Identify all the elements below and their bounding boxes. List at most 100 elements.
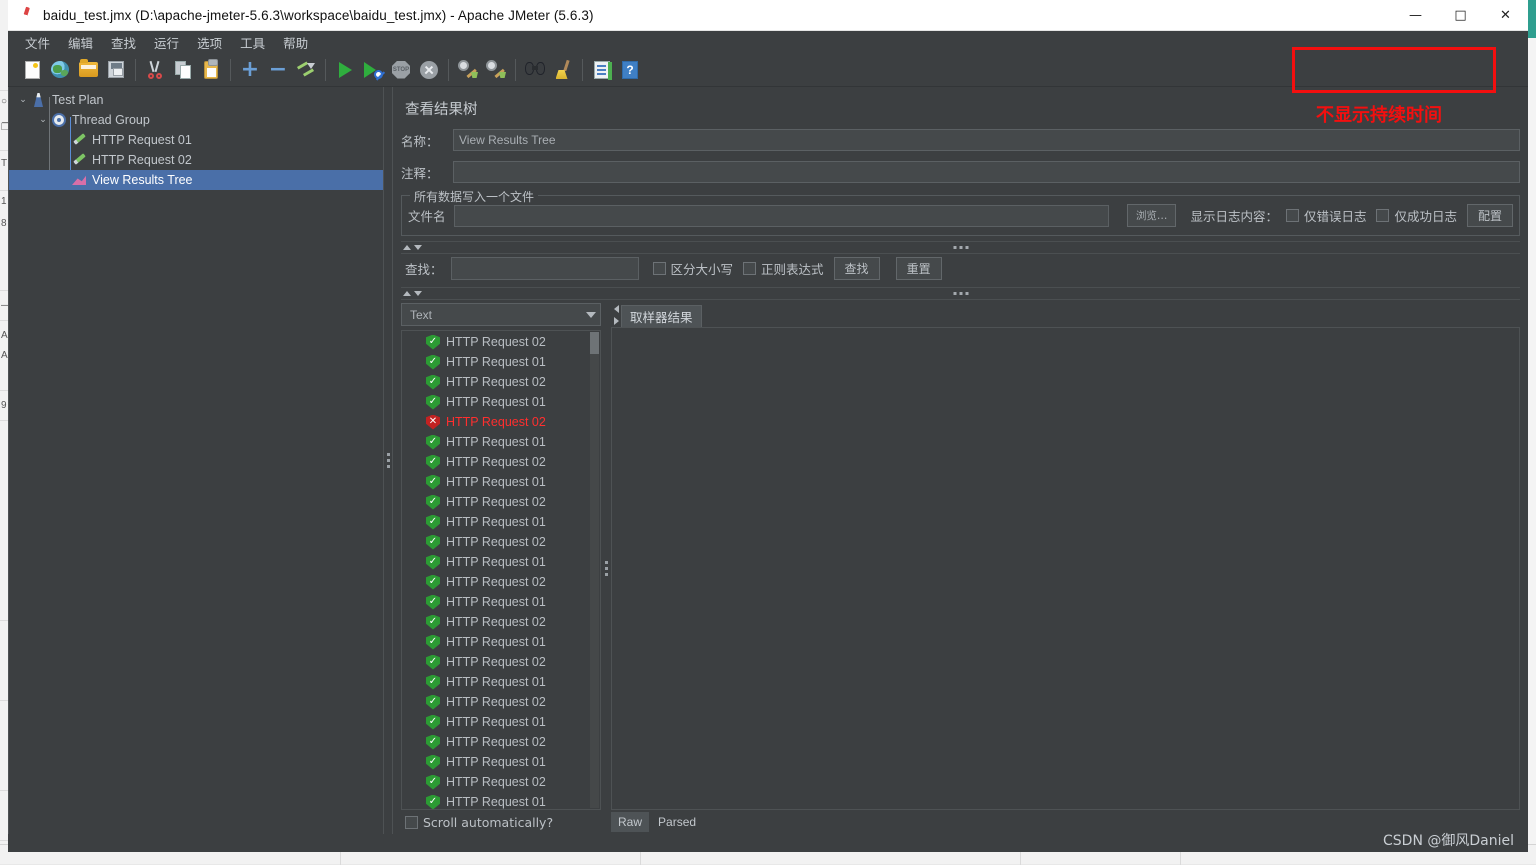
sample-result-item[interactable]: ✓HTTP Request 02 — [402, 732, 600, 752]
browse-button[interactable]: 浏览… — [1127, 204, 1177, 227]
find-input[interactable] — [451, 257, 639, 280]
menu-options[interactable]: 选项 — [188, 31, 231, 54]
configure-button[interactable]: 配置 — [1467, 204, 1513, 227]
sample-result-item[interactable]: ✓HTTP Request 02 — [402, 652, 600, 672]
sample-result-item[interactable]: ✓HTTP Request 01 — [402, 752, 600, 772]
chevron-down-icon[interactable]: ⌄ — [36, 115, 50, 125]
results-scrollbar[interactable] — [590, 332, 599, 808]
scroll-automatically-row: Scroll automatically? — [401, 810, 601, 834]
splitter-top[interactable] — [401, 241, 1520, 254]
renderer-select[interactable]: Text — [401, 303, 601, 326]
sample-result-item[interactable]: ✓HTTP Request 02 — [402, 452, 600, 472]
tab-parsed[interactable]: Parsed — [651, 812, 703, 832]
sample-result-item[interactable]: ✓HTTP Request 01 — [402, 712, 600, 732]
copy-icon[interactable] — [169, 56, 197, 84]
menu-search[interactable]: 查找 — [102, 31, 145, 54]
success-shield-icon: ✓ — [426, 395, 440, 410]
splitter-arrows-icon[interactable] — [403, 245, 422, 250]
expand-all-icon[interactable]: + — [236, 56, 264, 84]
sample-result-item[interactable]: ✓HTTP Request 02 — [402, 332, 600, 352]
scroll-automatically-label[interactable]: Scroll automatically? — [423, 815, 553, 830]
results-detail-splitter[interactable] — [601, 303, 611, 834]
reset-search-broom-icon[interactable] — [549, 56, 577, 84]
function-helper-icon[interactable] — [588, 56, 616, 84]
sample-result-item[interactable]: ✓HTTP Request 02 — [402, 372, 600, 392]
regex-label[interactable]: 正则表达式 — [761, 259, 824, 278]
sample-result-item[interactable]: ✓HTTP Request 01 — [402, 512, 600, 532]
clear-icon[interactable] — [454, 56, 482, 84]
tab-raw[interactable]: Raw — [611, 812, 649, 832]
sample-result-item[interactable]: ✓HTTP Request 02 — [402, 612, 600, 632]
sample-result-item[interactable]: ✓HTTP Request 01 — [402, 472, 600, 492]
close-button[interactable]: ✕ — [1483, 0, 1528, 31]
scroll-automatically-checkbox[interactable] — [405, 816, 418, 829]
new-test-plan-icon[interactable] — [18, 56, 46, 84]
help-icon[interactable]: ? — [616, 56, 644, 84]
renderer-select-value: Text — [410, 308, 586, 322]
start-icon[interactable] — [331, 56, 359, 84]
sidebar-item-http-request-02[interactable]: HTTP Request 02 — [8, 150, 383, 170]
sample-result-item[interactable]: ✓HTTP Request 01 — [402, 672, 600, 692]
sample-result-item[interactable]: ✓HTTP Request 02 — [402, 492, 600, 512]
paste-icon[interactable] — [197, 56, 225, 84]
minimize-button[interactable]: — — [1393, 0, 1438, 31]
chevron-down-icon[interactable] — [586, 312, 596, 318]
sidebar-item-test-plan[interactable]: ⌄ Test Plan — [8, 90, 383, 110]
toggle-icon[interactable] — [292, 56, 320, 84]
maximize-button[interactable]: □ — [1438, 0, 1483, 31]
errors-only-label[interactable]: 仅错误日志 — [1304, 206, 1367, 225]
sample-result-item[interactable]: ✓HTTP Request 01 — [402, 352, 600, 372]
cut-icon[interactable] — [141, 56, 169, 84]
sidebar-item-thread-group[interactable]: ⌄ Thread Group — [8, 110, 383, 130]
chevron-down-icon[interactable]: ⌄ — [16, 95, 30, 105]
regex-checkbox[interactable] — [743, 262, 756, 275]
sample-result-item[interactable]: ✓HTTP Request 01 — [402, 392, 600, 412]
splitter-arrows-icon[interactable] — [403, 291, 422, 296]
filename-input[interactable] — [454, 205, 1109, 227]
sample-result-item[interactable]: ✓HTTP Request 01 — [402, 552, 600, 572]
sample-result-item[interactable]: ✓HTTP Request 01 — [402, 592, 600, 612]
sample-result-item[interactable]: ✓HTTP Request 01 — [402, 632, 600, 652]
open-file-icon[interactable] — [74, 56, 102, 84]
start-no-timers-icon[interactable] — [359, 56, 387, 84]
case-sensitive-label[interactable]: 区分大小写 — [671, 259, 734, 278]
collapse-all-icon[interactable]: − — [264, 56, 292, 84]
search-button[interactable]: 查找 — [834, 257, 880, 280]
sidebar-item-view-results-tree[interactable]: View Results Tree — [8, 170, 383, 190]
sidebar-item-http-request-01[interactable]: HTTP Request 01 — [8, 130, 383, 150]
menu-run[interactable]: 运行 — [145, 31, 188, 54]
sample-result-item[interactable]: ✓HTTP Request 02 — [402, 532, 600, 552]
sample-result-item[interactable]: ✓HTTP Request 02 — [402, 572, 600, 592]
reset-search-button[interactable]: 重置 — [896, 257, 942, 280]
sample-result-item[interactable]: ✓HTTP Request 01 — [402, 792, 600, 810]
stop-icon[interactable]: STOP — [387, 56, 415, 84]
sample-result-label: HTTP Request 02 — [446, 615, 546, 629]
sample-result-item[interactable]: ✕HTTP Request 02 — [402, 412, 600, 432]
tree-main-splitter[interactable] — [383, 87, 393, 834]
success-only-checkbox[interactable] — [1376, 209, 1389, 222]
menu-edit[interactable]: 编辑 — [59, 31, 102, 54]
sample-result-item[interactable]: ✓HTTP Request 01 — [402, 432, 600, 452]
sample-result-item[interactable]: ✓HTTP Request 02 — [402, 772, 600, 792]
comment-input[interactable] — [453, 161, 1520, 183]
menu-help[interactable]: 帮助 — [274, 31, 317, 54]
search-binoculars-icon[interactable] — [521, 56, 549, 84]
scrollbar-thumb[interactable] — [590, 332, 599, 354]
sample-result-item[interactable]: ✓HTTP Request 02 — [402, 692, 600, 712]
menu-file[interactable]: 文件 — [16, 31, 59, 54]
sampler-result-content[interactable] — [611, 327, 1520, 810]
tab-scroll-arrows[interactable] — [611, 303, 621, 327]
shutdown-icon[interactable] — [415, 56, 443, 84]
tab-sampler-result[interactable]: 取样器结果 — [621, 305, 702, 327]
save-icon[interactable] — [102, 56, 130, 84]
success-only-label[interactable]: 仅成功日志 — [1394, 206, 1457, 225]
case-sensitive-checkbox[interactable] — [653, 262, 666, 275]
templates-icon[interactable] — [46, 56, 74, 84]
name-input[interactable]: View Results Tree — [453, 129, 1520, 151]
clear-all-icon[interactable] — [482, 56, 510, 84]
menu-tools[interactable]: 工具 — [231, 31, 274, 54]
sample-result-list[interactable]: ✓HTTP Request 02✓HTTP Request 01✓HTTP Re… — [401, 330, 601, 810]
filename-row: 文件名 浏览… 显示日志内容： 仅错误日志 仅成功日志 配置 — [408, 204, 1513, 227]
splitter-bottom[interactable] — [401, 287, 1520, 300]
errors-only-checkbox[interactable] — [1286, 209, 1299, 222]
